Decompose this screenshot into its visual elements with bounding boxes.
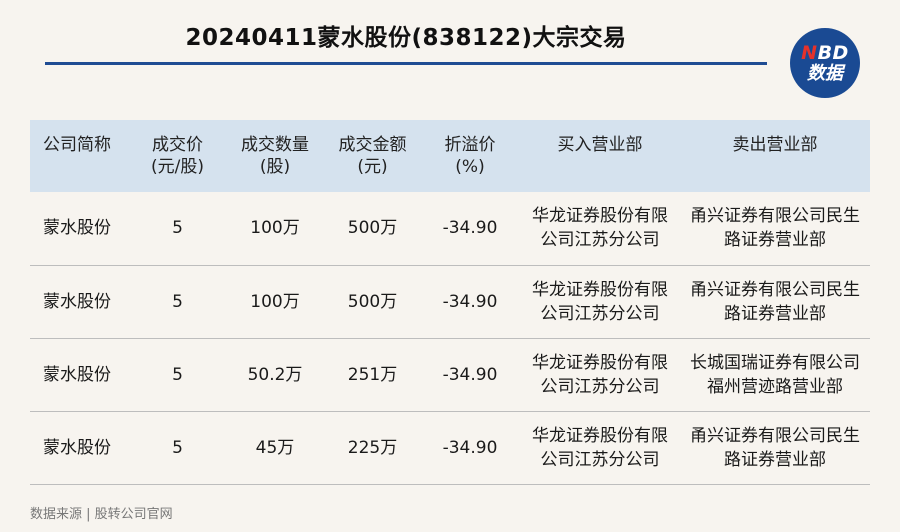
cell-seller: 甬兴证券有限公司民生路证券营业部: [690, 279, 860, 324]
table-row: 蒙水股份 5 100万 500万 -34.90 华龙证券股份有限公司江苏分公司 …: [30, 192, 870, 265]
table-row: 蒙水股份 5 50.2万 251万 -34.90 华龙证券股份有限公司江苏分公司…: [30, 338, 870, 411]
header-line1: 公司简称: [43, 135, 111, 155]
header-amount: 成交金额 (元): [325, 120, 420, 192]
cell-company: 蒙水股份: [43, 291, 111, 312]
nbd-logo: NBD 数据: [790, 28, 860, 98]
cell-price: 5: [172, 291, 183, 312]
cell-buyer: 华龙证券股份有限公司江苏分公司: [532, 425, 668, 470]
cell-price: 5: [172, 364, 183, 385]
title-underline: [45, 62, 767, 65]
cell-seller: 甬兴证券有限公司民生路证券营业部: [690, 425, 860, 470]
table-header-row: 公司简称 成交价 (元/股) 成交数量 (股) 成交金额 (元) 折溢价 (%) 买入营…: [30, 120, 870, 192]
cell-company: 蒙水股份: [43, 364, 111, 385]
header-line1: 折溢价: [444, 135, 496, 155]
header-line1: 买入营业部: [557, 135, 643, 155]
header-line1: 卖出营业部: [732, 135, 818, 155]
cell-buyer: 华龙证券股份有限公司江苏分公司: [532, 352, 668, 397]
header-line2: (元/股): [151, 157, 204, 177]
table-row: 蒙水股份 5 100万 500万 -34.90 华龙证券股份有限公司江苏分公司 …: [30, 265, 870, 338]
cell-buyer: 华龙证券股份有限公司江苏分公司: [532, 279, 668, 324]
header-buyer: 买入营业部: [520, 120, 680, 192]
header-company: 公司简称: [30, 120, 130, 192]
cell-premium: -34.90: [442, 437, 498, 458]
logo-text-nbd: NBD: [801, 41, 849, 64]
cell-volume: 100万: [250, 218, 300, 239]
header-line2: (%): [455, 157, 485, 177]
cell-seller: 长城国瑞证券有限公司福州营迹路营业部: [690, 352, 860, 397]
header-price: 成交价 (元/股): [130, 120, 225, 192]
cell-price: 5: [172, 218, 183, 239]
cell-company: 蒙水股份: [43, 437, 111, 458]
header-line2: (股): [259, 157, 291, 177]
cell-volume: 45万: [255, 437, 295, 458]
logo-text-data: 数据: [807, 62, 843, 84]
cell-volume: 50.2万: [247, 364, 303, 385]
logo-bd-letters: BD: [817, 41, 849, 64]
header-line1: 成交数量: [241, 135, 309, 155]
cell-amount: 225万: [347, 437, 398, 458]
block-trade-table: 公司简称 成交价 (元/股) 成交数量 (股) 成交金额 (元) 折溢价 (%) 买入营…: [30, 120, 870, 485]
cell-amount: 500万: [347, 218, 398, 239]
header-seller: 卖出营业部: [680, 120, 870, 192]
cell-premium: -34.90: [442, 291, 498, 312]
cell-amount: 500万: [347, 291, 398, 312]
table-row: 蒙水股份 5 45万 225万 -34.90 华龙证券股份有限公司江苏分公司 甬…: [30, 411, 870, 484]
header-premium: 折溢价 (%): [420, 120, 520, 192]
cell-seller: 甬兴证券有限公司民生路证券营业部: [690, 206, 860, 251]
cell-amount: 251万: [347, 364, 398, 385]
page-title: 20240411蒙水股份(838122)大宗交易: [185, 25, 627, 51]
logo-n-letter: N: [801, 41, 818, 64]
cell-company: 蒙水股份: [43, 218, 111, 239]
cell-buyer: 华龙证券股份有限公司江苏分公司: [532, 206, 668, 251]
cell-price: 5: [172, 437, 183, 458]
header-line1: 成交价: [152, 135, 203, 155]
header-line2: (元): [357, 157, 388, 177]
cell-premium: -34.90: [442, 218, 498, 239]
header-line1: 成交金额: [338, 135, 407, 155]
cell-premium: -34.90: [442, 364, 498, 385]
data-source-note: 数据来源 | 股转公司官网: [30, 507, 173, 522]
cell-volume: 100万: [250, 291, 300, 312]
header-volume: 成交数量 (股): [225, 120, 325, 192]
